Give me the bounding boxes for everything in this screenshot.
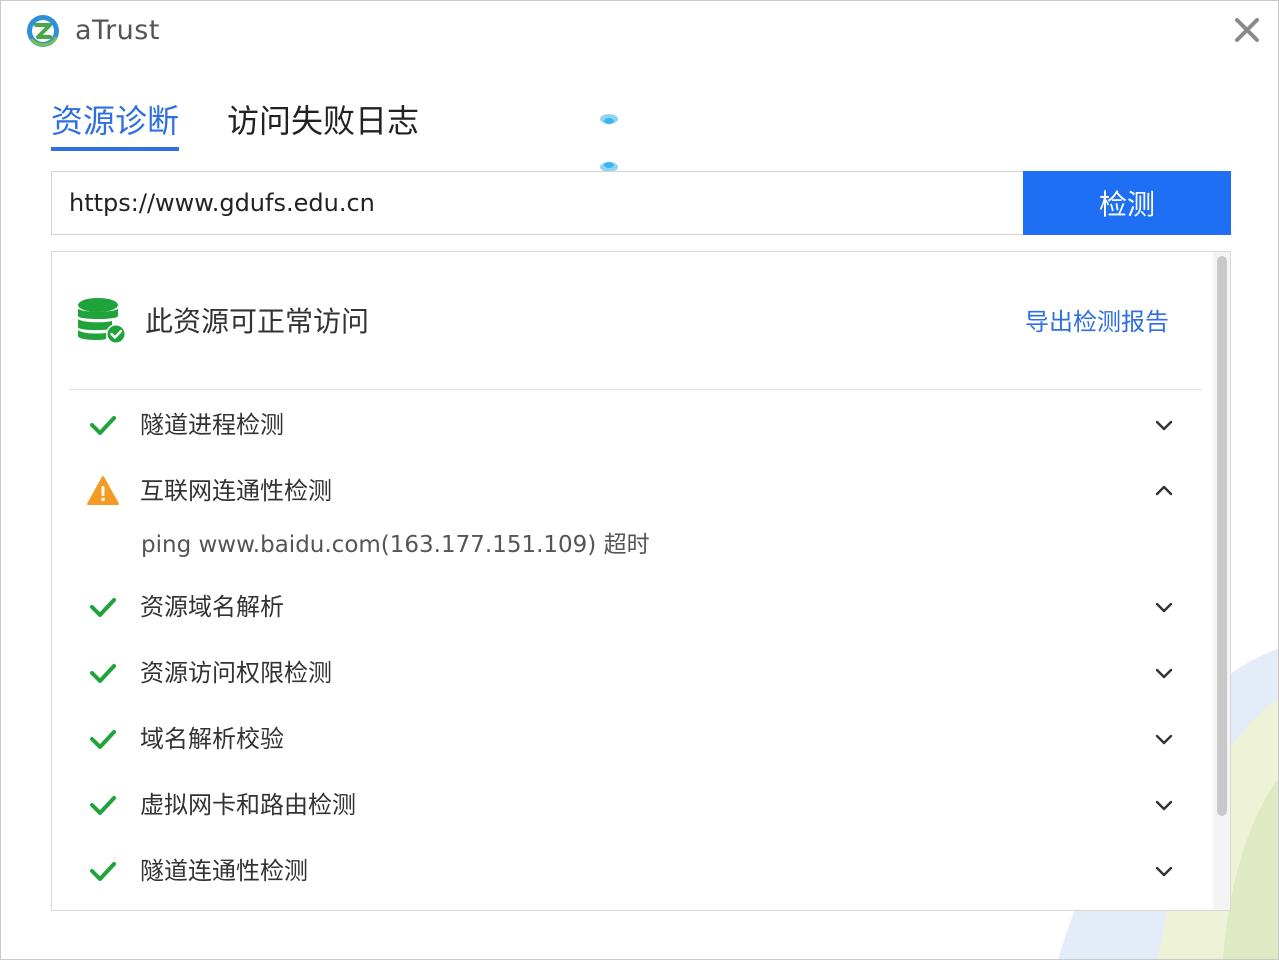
check-list: 隧道进程检测 互联网连通性检测 ping www.baidu.com(163.1… [52, 392, 1202, 904]
check-icon [90, 416, 116, 435]
resource-status-text: 此资源可正常访问 [145, 305, 370, 338]
chevron-down-icon[interactable] [1152, 661, 1176, 685]
tab-access-failure-log[interactable]: 访问失败日志 [227, 97, 419, 145]
app-title: aTrust [75, 15, 160, 46]
check-item-detail: ping www.baidu.com(163.177.151.109) 超时 [52, 524, 1202, 574]
title-bar: aTrust [1, 1, 1278, 61]
result-header: 此资源可正常访问 导出检测报告 [52, 252, 1202, 390]
ping-timeout-detail: ping www.baidu.com(163.177.151.109) 超时 [141, 532, 650, 558]
divider [69, 389, 1202, 390]
url-input[interactable] [52, 172, 1023, 234]
atrust-logo-icon [27, 15, 59, 47]
check-item-label: 域名解析校验 [140, 725, 284, 753]
chevron-down-icon[interactable] [1152, 595, 1176, 619]
check-item-internet-connectivity[interactable]: 互联网连通性检测 [52, 458, 1202, 524]
chevron-down-icon[interactable] [1152, 413, 1176, 437]
check-item-label: 资源访问权限检测 [140, 659, 332, 687]
close-icon[interactable] [1230, 13, 1264, 47]
export-report-link[interactable]: 导出检测报告 [1025, 304, 1169, 340]
scrollbar-thumb[interactable] [1217, 256, 1227, 816]
vertical-scrollbar[interactable] [1213, 252, 1230, 910]
url-input-box [51, 171, 1023, 235]
detect-button[interactable]: 检测 [1023, 171, 1231, 235]
check-item-tunnel-connectivity[interactable]: 隧道连通性检测 [52, 838, 1202, 904]
chevron-up-icon[interactable] [1152, 479, 1176, 503]
check-item-resource-dns[interactable]: 资源域名解析 [52, 574, 1202, 640]
check-item-tunnel-process[interactable]: 隧道进程检测 [52, 392, 1202, 458]
check-item-access-permission[interactable]: 资源访问权限检测 [52, 640, 1202, 706]
check-icon [90, 598, 116, 617]
check-item-virtual-nic-route[interactable]: 虚拟网卡和路由检测 [52, 772, 1202, 838]
loading-indicator-icon [600, 114, 618, 172]
warning-icon [87, 476, 119, 505]
check-item-label: 隧道进程检测 [140, 411, 284, 439]
check-icon [90, 796, 116, 815]
check-item-label: 资源域名解析 [140, 593, 284, 621]
check-item-label: 虚拟网卡和路由检测 [140, 791, 356, 819]
chevron-down-icon[interactable] [1152, 793, 1176, 817]
tab-resource-diagnosis[interactable]: 资源诊断 [51, 97, 180, 151]
database-check-icon [78, 298, 126, 344]
diagnosis-result-panel: 此资源可正常访问 导出检测报告 隧道进程检测 互联网连通性检测 ping www… [51, 251, 1231, 911]
check-item-label: 隧道连通性检测 [140, 857, 308, 885]
check-icon [90, 730, 116, 749]
chevron-down-icon[interactable] [1152, 727, 1176, 751]
check-item-dns-verification[interactable]: 域名解析校验 [52, 706, 1202, 772]
atrust-window: aTrust 资源诊断 访问失败日志 检测 此资源可正常访问 [0, 0, 1279, 960]
check-icon [90, 664, 116, 683]
check-icon [90, 862, 116, 881]
check-item-label: 互联网连通性检测 [140, 477, 332, 505]
chevron-down-icon[interactable] [1152, 859, 1176, 883]
